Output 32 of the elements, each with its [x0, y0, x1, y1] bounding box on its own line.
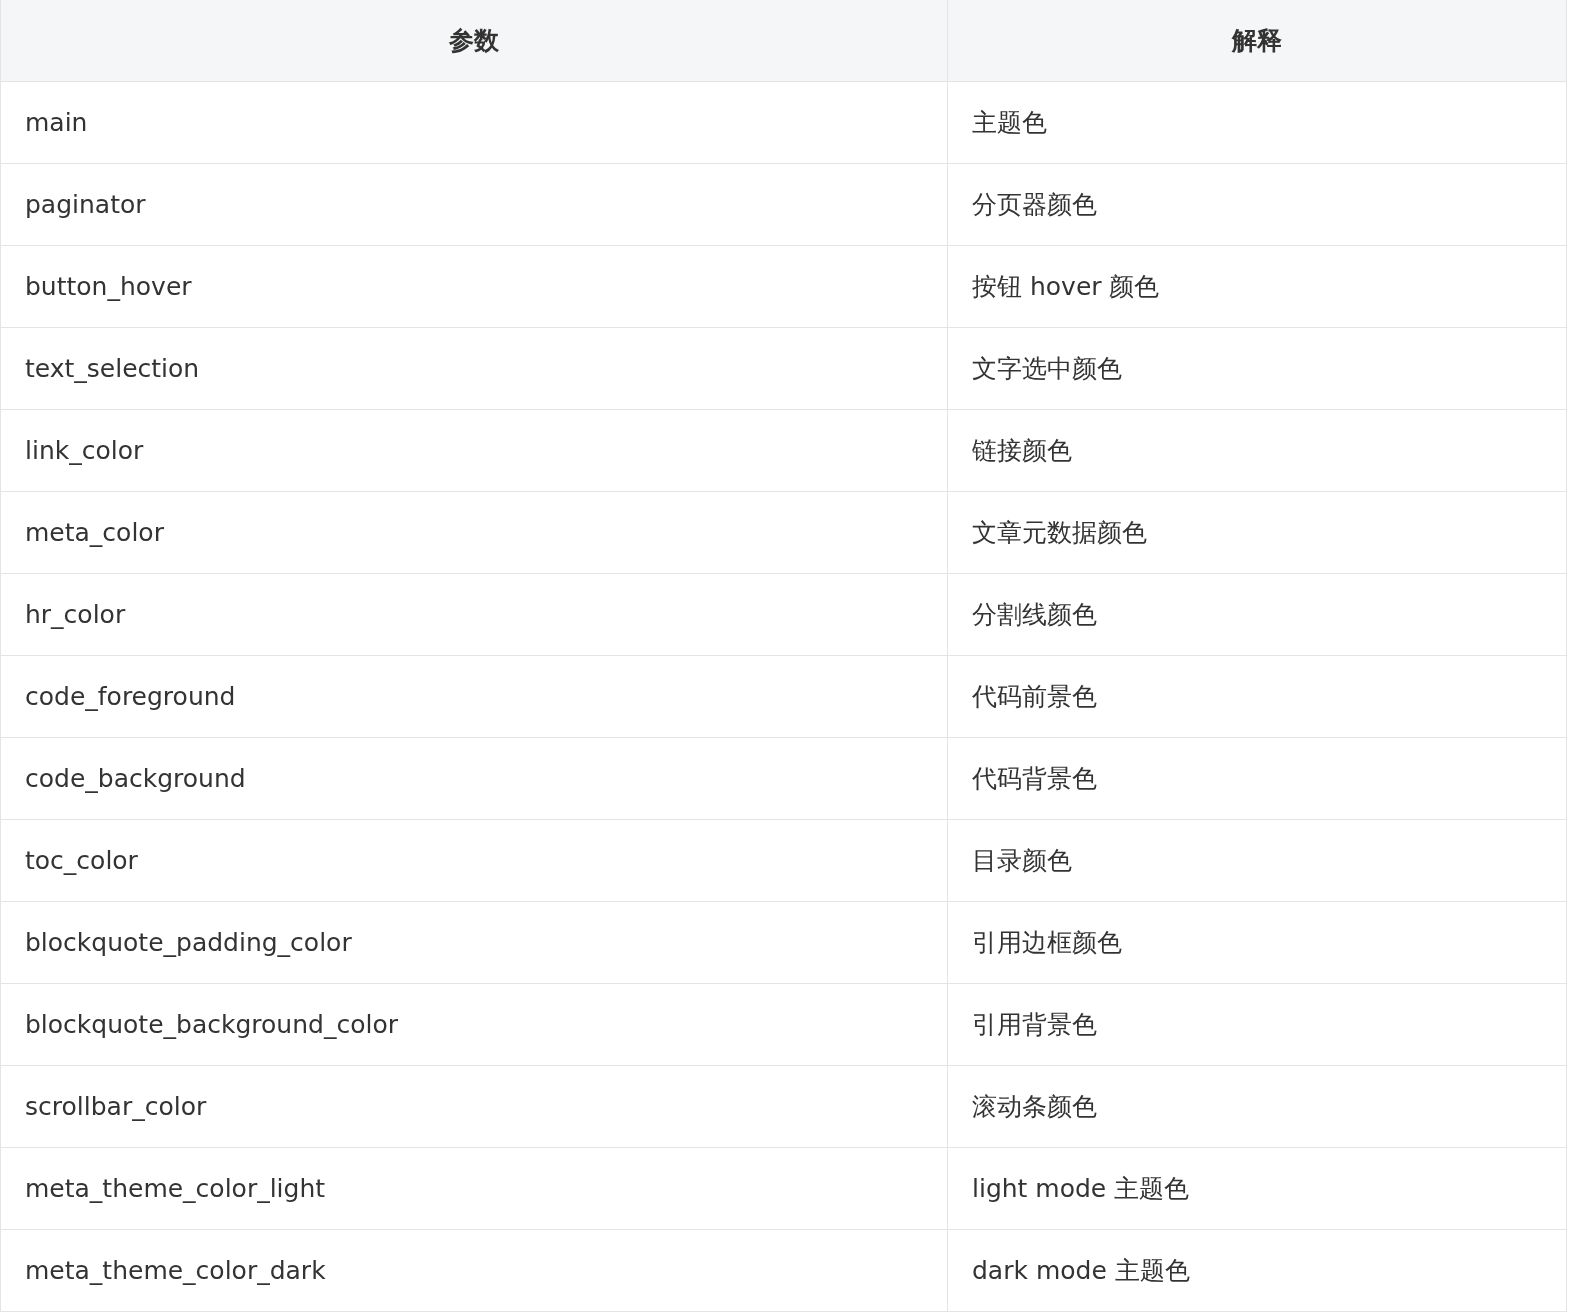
- table-cell-text: 分割线颜色: [971, 598, 1098, 631]
- table-cell-text: 文章元数据颜色: [971, 516, 1148, 549]
- table-cell: blockquote_padding_color: [1, 902, 948, 983]
- table-cell-text: 滚动条颜色: [971, 1090, 1098, 1123]
- table-cell: paginator: [1, 164, 948, 245]
- table-cell: blockquote_background_color: [1, 984, 948, 1065]
- table-cell: meta_theme_color_light: [1, 1148, 948, 1229]
- table-cell-text: dark mode 主题色: [971, 1254, 1191, 1287]
- table-cell: hr_color: [1, 574, 948, 655]
- table-cell: code_background: [1, 738, 948, 819]
- table-cell-text: 分页器颜色: [971, 188, 1098, 221]
- table-cell-text: 文字选中颜色: [971, 352, 1123, 385]
- table-cell-text: light mode 主题色: [971, 1172, 1191, 1205]
- table-cell: code_foreground: [1, 656, 948, 737]
- column-header: 参数: [1, 0, 948, 81]
- table-cell-text: 代码前景色: [971, 680, 1098, 713]
- table-cell-text: 链接颜色: [971, 434, 1073, 467]
- table-cell: meta_color: [1, 492, 948, 573]
- table-cell-text: 主题色: [971, 106, 1048, 139]
- table-cell-text: 目录颜色: [971, 844, 1073, 877]
- table-cell: text_selection: [1, 328, 948, 409]
- table-cell: button_hover: [1, 246, 948, 327]
- column-header: 解释: [1230, 24, 1283, 57]
- table-cell-text: 引用边框颜色: [971, 926, 1123, 959]
- table-cell-text: 引用背景色: [971, 1008, 1098, 1041]
- table-cell: toc_color: [1, 820, 948, 901]
- table-cell: link_color: [1, 410, 948, 491]
- table-cell-text: 按钮 hover 颜色: [971, 270, 1161, 303]
- table-cell-text: 代码背景色: [971, 762, 1098, 795]
- table-cell: scrollbar_color: [1, 1066, 948, 1147]
- table-cell: main: [1, 82, 948, 163]
- table-cell: meta_theme_color_dark: [1, 1230, 948, 1311]
